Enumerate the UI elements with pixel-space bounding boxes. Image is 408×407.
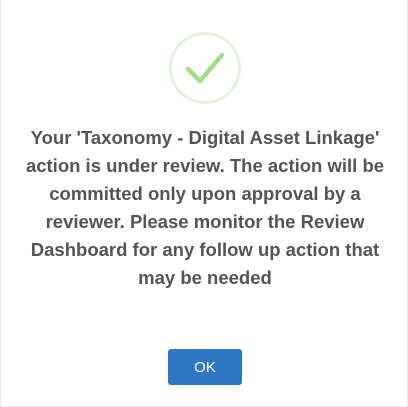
dialog-message: Your 'Taxonomy - Digital Asset Linkage' …: [25, 127, 385, 288]
checkmark-icon: [185, 52, 225, 84]
ok-button[interactable]: OK: [168, 349, 242, 385]
success-check-icon: [169, 32, 241, 104]
review-alert-dialog: Your 'Taxonomy - Digital Asset Linkage' …: [0, 0, 408, 407]
